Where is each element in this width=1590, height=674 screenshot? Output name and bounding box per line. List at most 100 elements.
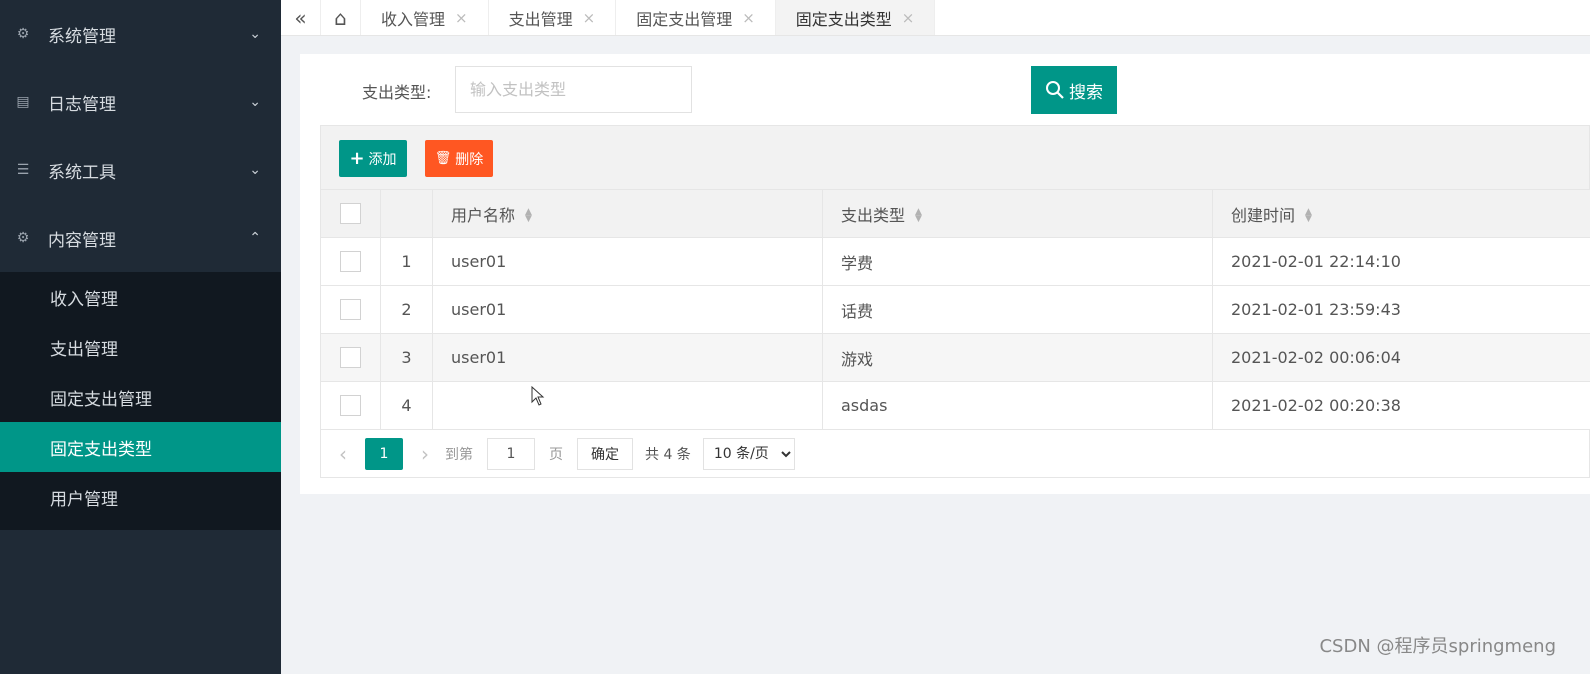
cell-user: user01 — [432, 333, 823, 382]
column-header-created[interactable]: 创建时间 ▲ ▼ — [1212, 189, 1590, 238]
cell-created: 2021-02-01 22:14:10 — [1212, 237, 1590, 286]
close-icon[interactable]: × — [902, 9, 915, 27]
sidebar-item-fixed-expense[interactable]: 固定支出管理 — [0, 372, 281, 422]
page-unit-label: 页 — [549, 446, 563, 463]
column-header-label: 支出类型 — [841, 205, 906, 225]
cell-user: user01 — [432, 285, 823, 334]
menu-group-log[interactable]: ▤ 日志管理 ⌄ — [0, 68, 281, 136]
data-table: 用户名称 ▲ ▼ 支出类型 ▲ ▼ 创建时间 ▲ ▼ 1 user01 学费 2021-02… — [320, 189, 1590, 430]
row-select-cell — [320, 333, 381, 382]
menu-group-label: 系统工具 — [48, 162, 116, 183]
goto-confirm-button[interactable]: 确定 — [577, 437, 633, 470]
table-row[interactable]: 2 user01 话费 2021-02-01 23:59:43 — [320, 285, 1590, 334]
row-checkbox[interactable] — [340, 395, 361, 416]
plus-icon: + — [349, 148, 365, 169]
table-row[interactable]: 3 user01 游戏 2021-02-02 00:06:04 — [320, 333, 1590, 382]
add-button-label: 添加 — [368, 151, 397, 168]
cell-created: 2021-02-02 00:06:04 — [1212, 333, 1590, 382]
delete-button[interactable]: 🗑 删除 — [425, 140, 493, 177]
cell-user: user01 — [432, 237, 823, 286]
tab-label: 收入管理 — [381, 9, 446, 29]
collapse-left-icon[interactable]: « — [281, 0, 321, 35]
home-icon[interactable]: ⌂ — [321, 0, 361, 35]
goto-page-input[interactable] — [487, 437, 535, 470]
search-input[interactable] — [455, 66, 692, 113]
tab-fixed-expense[interactable]: 固定支出管理 × — [616, 0, 776, 35]
goto-label: 到第 — [445, 446, 473, 463]
menu-group-label: 内容管理 — [48, 230, 116, 251]
tab-income[interactable]: 收入管理 × — [361, 0, 489, 35]
cell-type: 游戏 — [822, 333, 1213, 382]
next-page-icon[interactable]: › — [421, 442, 429, 466]
row-checkbox[interactable] — [340, 347, 361, 368]
cell-type: 话费 — [822, 285, 1213, 334]
menu-group-label: 系统管理 — [48, 26, 116, 47]
tab-label: 固定支出管理 — [636, 9, 733, 29]
search-icon — [1046, 81, 1064, 99]
row-index: 3 — [380, 333, 433, 382]
row-select-cell — [320, 237, 381, 286]
gear-icon: ⚙ — [16, 230, 30, 246]
trash-icon: 🗑 — [434, 151, 452, 166]
cell-type: 学费 — [822, 237, 1213, 286]
chevron-down-icon: ⌄ — [249, 94, 261, 110]
prev-page-icon[interactable]: ‹ — [339, 442, 347, 466]
sort-icon[interactable]: ▲ ▼ — [915, 208, 922, 224]
mouse-cursor-icon — [531, 386, 545, 406]
close-icon[interactable]: × — [742, 9, 755, 27]
row-index: 2 — [380, 285, 433, 334]
search-button[interactable]: 搜索 — [1031, 66, 1117, 114]
gear-icon: ⚙ — [16, 26, 30, 42]
cell-created: 2021-02-02 00:20:38 — [1212, 381, 1590, 430]
close-icon[interactable]: × — [455, 9, 468, 27]
cell-type: asdas — [822, 381, 1213, 430]
sidebar-item-expense[interactable]: 支出管理 — [0, 322, 281, 372]
table-row[interactable]: 1 user01 学费 2021-02-01 22:14:10 — [320, 237, 1590, 286]
sort-icon[interactable]: ▲ ▼ — [1305, 208, 1312, 224]
sort-icon[interactable]: ▲ ▼ — [525, 208, 532, 224]
tab-fixed-expense-type[interactable]: 固定支出类型 × — [775, 0, 936, 35]
chevron-down-icon: ⌄ — [249, 26, 261, 42]
add-button[interactable]: + 添加 — [339, 140, 407, 177]
close-icon[interactable]: × — [583, 9, 596, 27]
search-button-label: 搜索 — [1069, 82, 1103, 103]
sliders-icon: ☰ — [16, 162, 30, 178]
sidebar: ⚙ 系统管理 ⌄ ▤ 日志管理 ⌄ ☰ 系统工具 ⌄ ⚙ 内容管理 ⌃ 收入管理… — [0, 0, 281, 674]
tab-bar: « ⌂ 收入管理 × 支出管理 × 固定支出管理 × 固定支出类型 × — [281, 0, 1590, 36]
column-header-label: 创建时间 — [1231, 205, 1296, 225]
tab-label: 固定支出类型 — [795, 9, 892, 29]
chevron-down-icon: ⌄ — [249, 162, 261, 178]
column-header-label: 用户名称 — [451, 205, 516, 225]
sidebar-item-users[interactable]: 用户管理 — [0, 472, 281, 522]
row-checkbox[interactable] — [340, 299, 361, 320]
menu-group-system[interactable]: ⚙ 系统管理 ⌄ — [0, 0, 281, 68]
table-row[interactable]: 4 asdas 2021-02-02 00:20:38 — [320, 381, 1590, 430]
column-header-user[interactable]: 用户名称 ▲ ▼ — [432, 189, 823, 238]
content-card: 支出类型: 搜索 + 添加 🗑 删除 用户名称 ▲▼ 支出类型 ▲▼ 创建时间 ▲▼ — [300, 54, 1590, 494]
row-select-cell — [320, 285, 381, 334]
current-page[interactable]: 1 — [365, 437, 403, 470]
menu-group-tools[interactable]: ☰ 系统工具 ⌄ — [0, 136, 281, 204]
column-header-type[interactable]: 支出类型 ▲ ▼ — [822, 189, 1213, 238]
menu-group-label: 日志管理 — [48, 94, 116, 115]
cell-created: 2021-02-01 23:59:43 — [1212, 285, 1590, 334]
table-toolbar: + 添加 🗑 删除 — [320, 125, 1590, 189]
cell-user — [432, 381, 823, 430]
tab-expense[interactable]: 支出管理 × — [489, 0, 617, 35]
sidebar-item-income[interactable]: 收入管理 — [0, 272, 281, 322]
select-all-checkbox[interactable] — [340, 203, 361, 224]
watermark: CSDN @程序员springmeng — [1319, 636, 1556, 657]
menu-group-content[interactable]: ⚙ 内容管理 ⌃ — [0, 204, 281, 272]
page-size-select[interactable]: 10 条/页 — [702, 437, 795, 470]
chevron-up-icon: ⌃ — [249, 230, 261, 246]
document-icon: ▤ — [16, 94, 30, 110]
tab-label: 支出管理 — [508, 9, 573, 29]
submenu-content: 收入管理 支出管理 固定支出管理 固定支出类型 用户管理 — [0, 272, 281, 530]
total-count: 共 4 条 — [645, 446, 691, 463]
table-header-row: 用户名称 ▲ ▼ 支出类型 ▲ ▼ 创建时间 ▲ ▼ — [320, 189, 1590, 238]
sidebar-item-fixed-expense-type[interactable]: 固定支出类型 — [0, 422, 281, 472]
row-index: 4 — [380, 381, 433, 430]
row-checkbox[interactable] — [340, 251, 361, 272]
delete-button-label: 删除 — [455, 151, 484, 168]
pagination: ‹ 1 › 到第 页 确定 共 4 条 10 条/页 — [320, 430, 1590, 478]
